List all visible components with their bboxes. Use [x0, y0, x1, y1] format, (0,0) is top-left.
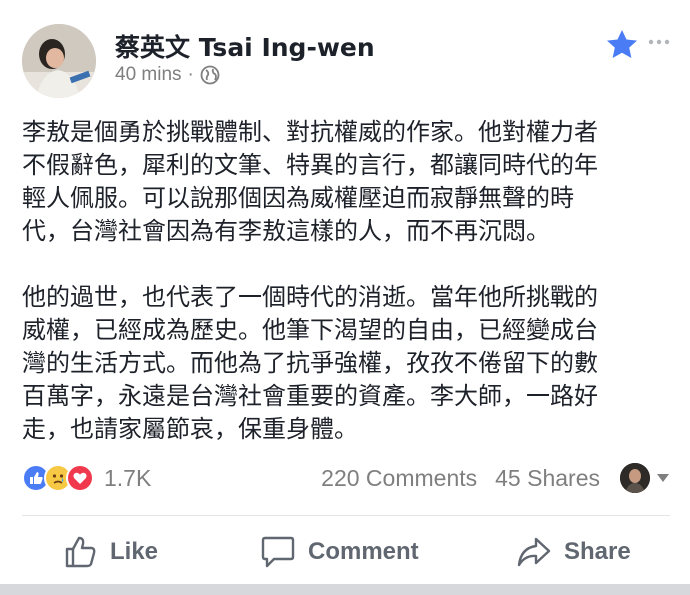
divider [22, 515, 670, 516]
comment-icon [261, 536, 295, 568]
shares-count[interactable]: 45 Shares [495, 465, 600, 492]
thumbs-up-icon [65, 536, 96, 568]
post-actions: Like Comment Share [0, 527, 690, 577]
like-label: Like [110, 538, 159, 565]
post-timestamp[interactable]: 40 mins [115, 64, 182, 86]
meta-separator: · [187, 64, 194, 85]
comment-label: Comment [308, 538, 419, 565]
post-paragraph: 他的過世，也代表了一個時代的消逝。當年他所挑戰的 威權，已經成為歷史。他筆下渴望… [22, 283, 598, 443]
star-icon[interactable] [606, 29, 638, 59]
reactions-summary[interactable]: 1.7K [22, 464, 151, 492]
facebook-post: 蔡英文 Tsai Ing-wen 40 mins · 李敖是個勇於挑戰體制、對抗… [0, 0, 690, 584]
globe-icon[interactable] [200, 65, 220, 85]
comments-count[interactable]: 220 Comments [321, 465, 477, 492]
share-label: Share [564, 538, 631, 565]
comment-button[interactable]: Comment [260, 535, 419, 569]
author-name[interactable]: 蔡英文 Tsai Ing-wen [115, 28, 375, 64]
more-icon[interactable] [648, 38, 670, 46]
reaction-count: 1.7K [104, 464, 152, 491]
post-paragraph: 李敖是個勇於挑戰體制、對抗權威的作家。他對權力者 不假辭色，犀利的文筆、特異的言… [22, 118, 598, 245]
post-stats: 1.7K 220 Comments 45 Shares [22, 461, 670, 495]
like-button[interactable]: Like [64, 535, 158, 569]
post-body: 李敖是個勇於挑戰體制、對抗權威的作家。他對權力者 不假辭色，犀利的文筆、特異的言… [22, 116, 672, 479]
post-meta: 40 mins · [115, 64, 220, 86]
feed-separator [0, 584, 690, 595]
author-avatar[interactable] [22, 24, 96, 98]
chevron-down-icon[interactable] [656, 473, 670, 483]
page-selector-avatar[interactable] [620, 463, 650, 493]
share-icon [517, 537, 551, 567]
share-button[interactable]: Share [516, 535, 631, 569]
love-reaction-icon [66, 464, 94, 492]
